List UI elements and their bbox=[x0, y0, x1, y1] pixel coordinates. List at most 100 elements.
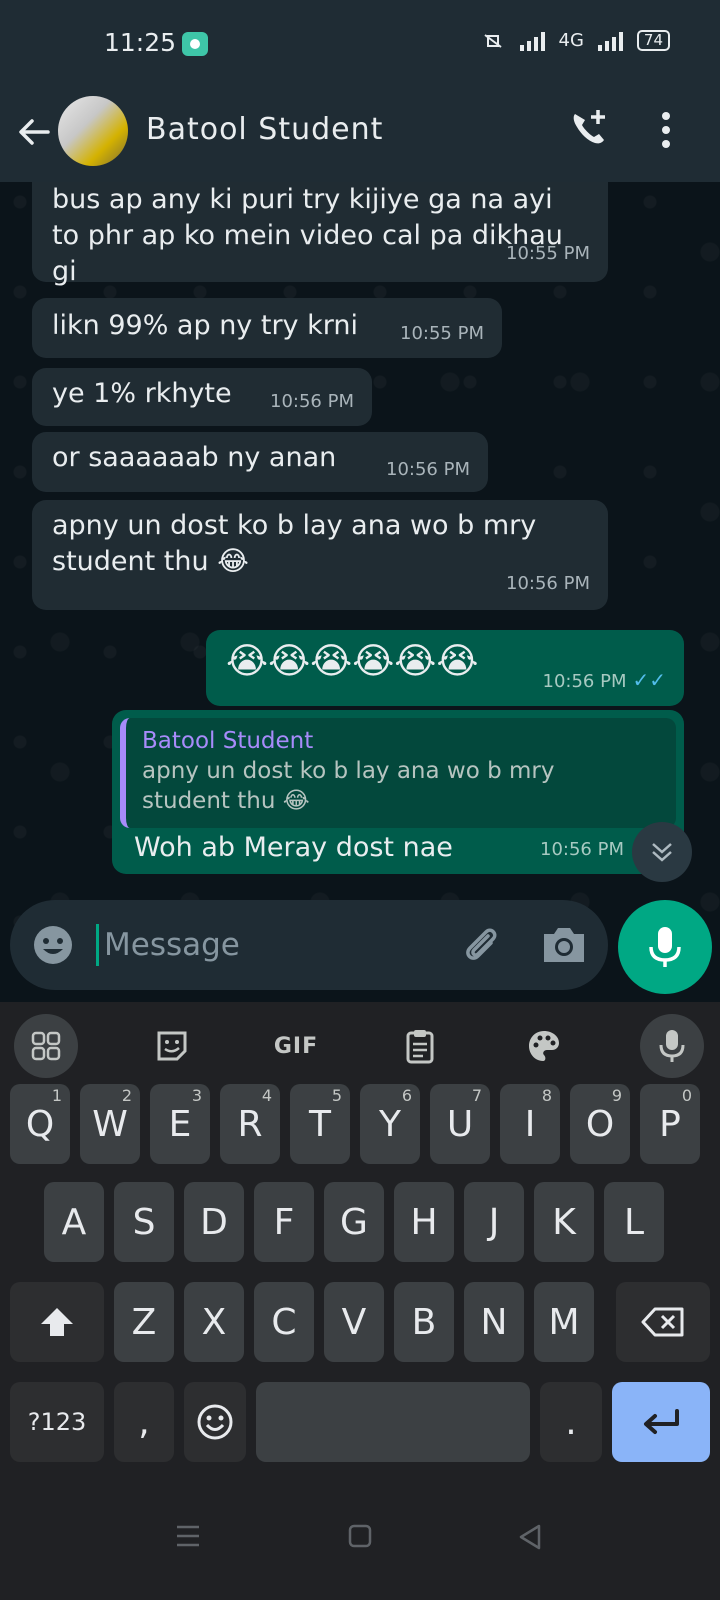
space-key[interactable] bbox=[256, 1382, 530, 1462]
text-cursor bbox=[96, 924, 99, 966]
message-bubble[interactable]: ye 1% rkhyte 10:56 PM bbox=[32, 368, 372, 426]
key-s[interactable]: S bbox=[114, 1182, 174, 1262]
recent-apps-icon[interactable] bbox=[175, 1524, 201, 1548]
key-y[interactable]: Y6 bbox=[360, 1084, 420, 1164]
sticker-button[interactable] bbox=[140, 1014, 204, 1078]
key-u[interactable]: U7 bbox=[430, 1084, 490, 1164]
key-r[interactable]: R4 bbox=[220, 1084, 280, 1164]
reply-bubble-outgoing[interactable]: Batool Student apny un dost ko b lay ana… bbox=[112, 710, 684, 874]
voice-message-button[interactable] bbox=[618, 900, 712, 994]
status-icons: 4G 74 bbox=[480, 30, 670, 51]
message-bubble-outgoing[interactable]: 😭😭😭😭😭😭 10:56 PM ✓✓ bbox=[206, 630, 684, 706]
key-n[interactable]: N bbox=[464, 1282, 524, 1362]
key-label: T bbox=[309, 1103, 331, 1145]
key-q[interactable]: Q1 bbox=[10, 1084, 70, 1164]
key-label: D bbox=[200, 1201, 228, 1243]
shift-icon bbox=[41, 1308, 73, 1336]
avatar[interactable] bbox=[58, 96, 128, 166]
backspace-key[interactable] bbox=[616, 1282, 710, 1362]
key-e[interactable]: E3 bbox=[150, 1084, 210, 1164]
message-time-text: 10:56 PM bbox=[542, 671, 627, 692]
gif-button[interactable]: GIF bbox=[264, 1014, 328, 1078]
message-bubble[interactable]: or saaaaaab ny anan 10:56 PM bbox=[32, 432, 488, 492]
key-b[interactable]: B bbox=[394, 1282, 454, 1362]
chat-area[interactable]: bus ap any ki puri try kijiye ga na ayi … bbox=[0, 182, 720, 1000]
attach-icon[interactable] bbox=[458, 922, 504, 968]
key-label: N bbox=[480, 1301, 508, 1343]
symbols-key-label: ?123 bbox=[27, 1408, 87, 1436]
key-f[interactable]: F bbox=[254, 1182, 314, 1262]
comma-key[interactable]: , bbox=[114, 1382, 174, 1462]
key-v[interactable]: V bbox=[324, 1282, 384, 1362]
message-line: apny un dost ko b lay ana wo b mry bbox=[52, 510, 537, 541]
key-t[interactable]: T5 bbox=[290, 1084, 350, 1164]
key-h[interactable]: H bbox=[394, 1182, 454, 1262]
enter-key[interactable] bbox=[612, 1382, 710, 1462]
message-text: likn 99% ap ny try krni bbox=[52, 310, 358, 341]
key-k[interactable]: K bbox=[534, 1182, 594, 1262]
key-label: J bbox=[488, 1201, 500, 1243]
message-bubble[interactable]: likn 99% ap ny try krni 10:55 PM bbox=[32, 298, 502, 358]
back-nav-icon[interactable] bbox=[518, 1524, 542, 1550]
sticker-icon bbox=[157, 1031, 187, 1061]
key-w[interactable]: W2 bbox=[80, 1084, 140, 1164]
key-z[interactable]: Z bbox=[114, 1282, 174, 1362]
key-p[interactable]: P0 bbox=[640, 1084, 700, 1164]
clipboard-button[interactable] bbox=[388, 1014, 452, 1078]
apps-icon bbox=[31, 1031, 61, 1061]
scroll-down-button[interactable] bbox=[632, 822, 692, 882]
emoji-key[interactable] bbox=[184, 1382, 246, 1462]
key-d[interactable]: D bbox=[184, 1182, 244, 1262]
contact-name[interactable]: Batool Student bbox=[146, 112, 383, 147]
key-g[interactable]: G bbox=[324, 1182, 384, 1262]
quoted-message[interactable]: Batool Student apny un dost ko b lay ana… bbox=[120, 718, 676, 828]
camera-icon[interactable] bbox=[540, 924, 588, 966]
add-call-icon[interactable] bbox=[566, 106, 612, 152]
quoted-line: apny un dost ko b lay ana wo b mry bbox=[142, 758, 555, 784]
network-type: 4G bbox=[558, 30, 584, 51]
message-text: or saaaaaab ny anan bbox=[52, 442, 337, 473]
key-label: Q bbox=[25, 1103, 55, 1145]
key-label: C bbox=[271, 1301, 297, 1343]
key-c[interactable]: C bbox=[254, 1282, 314, 1362]
symbols-key[interactable]: ?123 bbox=[10, 1382, 104, 1462]
key-a[interactable]: A bbox=[44, 1182, 104, 1262]
key-o[interactable]: O9 bbox=[570, 1084, 630, 1164]
message-time: 10:56 PM ✓✓ bbox=[543, 662, 667, 700]
message-composer bbox=[10, 900, 608, 990]
status-time: 11:25 bbox=[104, 28, 177, 57]
message-text: 😭😭😭😭😭😭 bbox=[226, 641, 479, 682]
apps-button[interactable] bbox=[14, 1014, 78, 1078]
key-label: P bbox=[659, 1103, 681, 1145]
gif-label: GIF bbox=[273, 1033, 319, 1059]
voice-input-button[interactable] bbox=[640, 1014, 704, 1078]
back-arrow-icon[interactable] bbox=[14, 112, 54, 152]
key-label: E bbox=[168, 1103, 192, 1145]
key-hint: 4 bbox=[261, 1086, 272, 1105]
period-key[interactable]: . bbox=[540, 1382, 602, 1462]
key-i[interactable]: I8 bbox=[500, 1084, 560, 1164]
quoted-line: student thu 😂 bbox=[142, 788, 310, 814]
key-x[interactable]: X bbox=[184, 1282, 244, 1362]
emoji-icon[interactable] bbox=[32, 924, 74, 966]
key-label: Y bbox=[379, 1103, 401, 1145]
shift-key[interactable] bbox=[10, 1282, 104, 1362]
home-icon[interactable] bbox=[348, 1524, 372, 1548]
key-j[interactable]: J bbox=[464, 1182, 524, 1262]
key-label: X bbox=[201, 1301, 227, 1343]
key-hint: 6 bbox=[401, 1086, 412, 1105]
key-m[interactable]: M bbox=[534, 1282, 594, 1362]
key-label: O bbox=[585, 1103, 615, 1145]
mic-icon bbox=[649, 927, 681, 967]
message-line: bus ap any ki puri try kijiye ga na ayi bbox=[52, 184, 553, 215]
message-input[interactable] bbox=[104, 920, 424, 970]
double-chevron-down-icon bbox=[652, 843, 672, 862]
key-l[interactable]: L bbox=[604, 1182, 664, 1262]
message-bubble[interactable]: bus ap any ki puri try kijiye ga na ayi … bbox=[32, 182, 608, 287]
more-vert-icon[interactable] bbox=[656, 108, 676, 152]
mute-vibrate-icon bbox=[483, 33, 502, 48]
theme-button[interactable] bbox=[512, 1014, 576, 1078]
palette-icon bbox=[529, 1031, 559, 1061]
message-bubble[interactable]: apny un dost ko b lay ana wo b mry stude… bbox=[32, 500, 608, 610]
clipboard-icon bbox=[406, 1030, 434, 1064]
